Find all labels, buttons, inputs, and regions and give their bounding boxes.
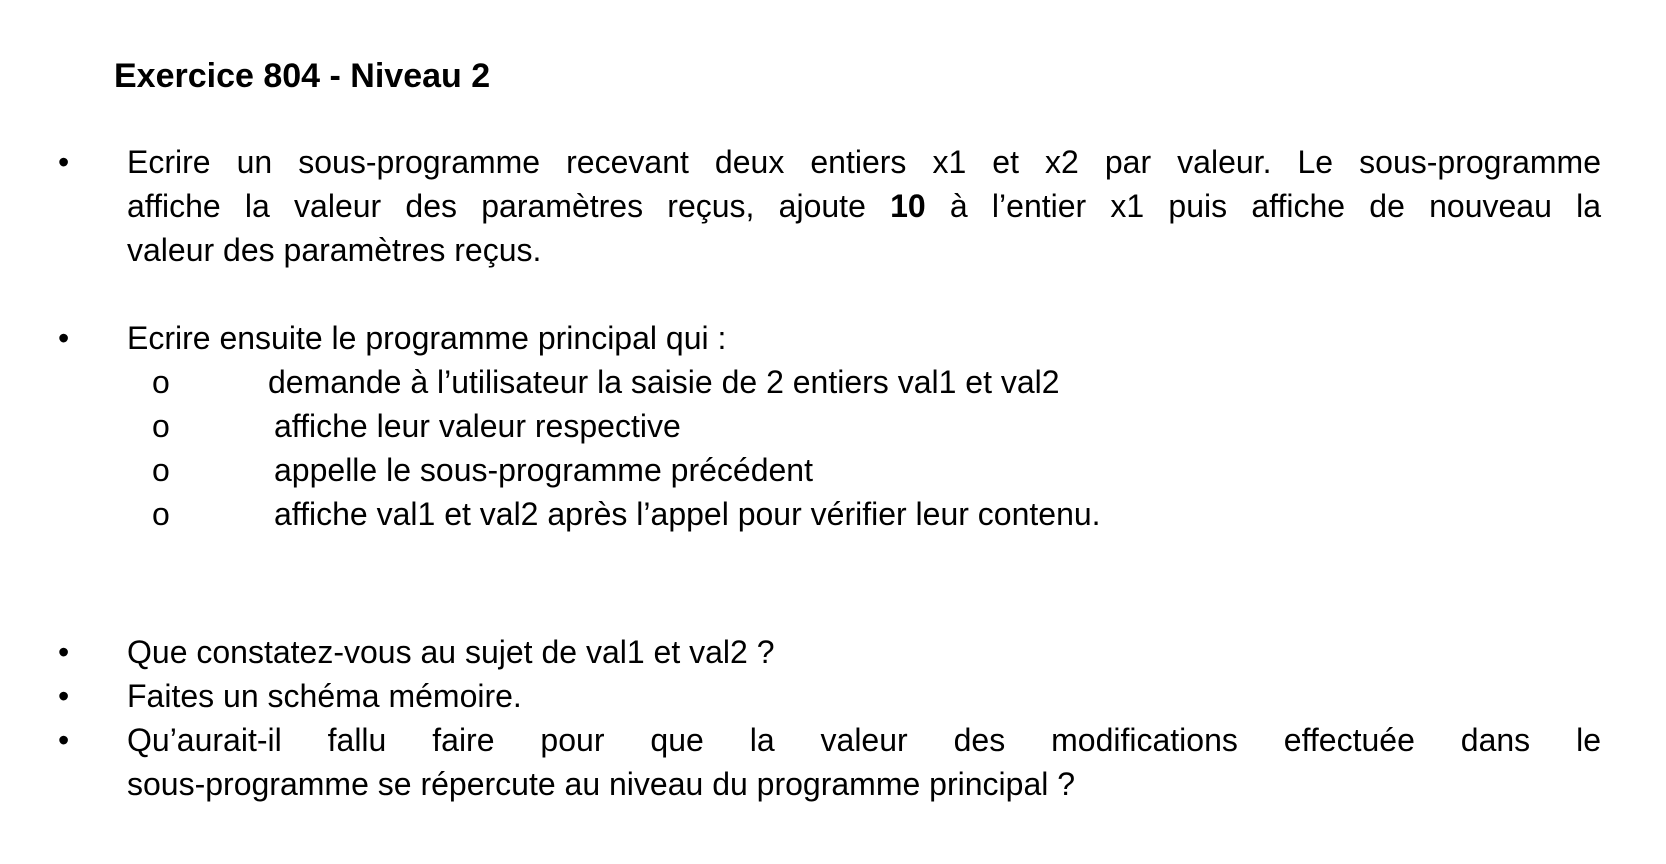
sub-bullet-marker: o <box>152 408 170 444</box>
bullet-marker: • <box>58 144 70 180</box>
item1-bold-value: 10 <box>890 188 926 224</box>
item1-line2-start: affiche la valeur des paramètres reçus, … <box>127 188 891 224</box>
sub-bullet-marker: o <box>152 496 170 532</box>
document-page: Exercice 804 - Niveau 2 • Ecrire un sous… <box>0 0 1666 864</box>
item1-line3: valeur des paramètres reçus. <box>127 232 542 268</box>
exercise-title: Exercice 804 - Niveau 2 <box>114 57 491 95</box>
bullet-marker: • <box>58 634 70 670</box>
sub-item-text: affiche leur valeur respective <box>274 408 681 444</box>
sub-item-text: affiche val1 et val2 après l’appel pour … <box>274 496 1101 532</box>
item1-line1: Ecrire un sous-programme recevant deux e… <box>127 144 1601 180</box>
item5-line1: Qu’aurait-il fallu faire pour que la val… <box>127 722 1601 758</box>
item2-text: Ecrire ensuite le programme principal qu… <box>127 320 727 356</box>
item5-line2: sous-programme se répercute au niveau du… <box>127 766 1076 802</box>
sub-bullet-marker: o <box>152 452 170 488</box>
sub-item-text: appelle le sous-programme précédent <box>274 452 813 488</box>
sub-item-text: demande à l’utilisateur la saisie de 2 e… <box>268 364 1060 400</box>
bullet-marker: • <box>58 678 70 714</box>
sub-item-2: o affiche leur valeur respective <box>0 404 1666 448</box>
sub-item-1: o demande à l’utilisateur la saisie de 2… <box>0 360 1666 404</box>
bullet-marker: • <box>58 722 70 758</box>
sub-item-3: o appelle le sous-programme précédent <box>0 448 1666 492</box>
sub-item-4: o affiche val1 et val2 après l’appel pou… <box>0 492 1666 536</box>
item1-line2: affiche la valeur des paramètres reçus, … <box>127 184 1601 228</box>
item4-text: Faites un schéma mémoire. <box>127 678 522 714</box>
item3-text: Que constatez-vous au sujet de val1 et v… <box>127 634 775 670</box>
sub-bullet-marker: o <box>152 364 170 400</box>
item1-line2-end: à l’entier x1 puis affiche de nouveau la <box>925 188 1602 224</box>
bullet-marker: • <box>58 320 70 356</box>
